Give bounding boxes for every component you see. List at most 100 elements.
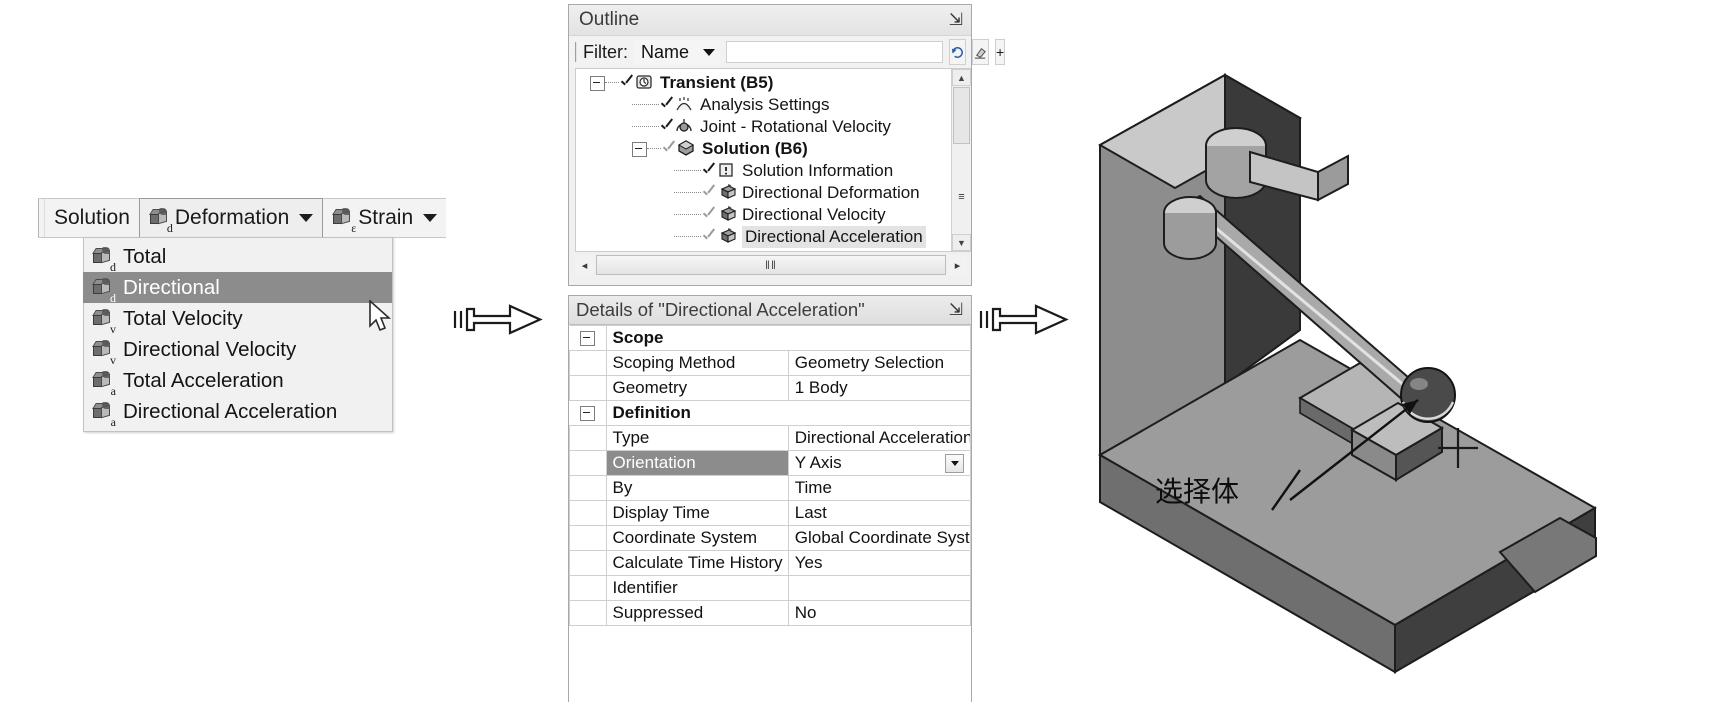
tree-node[interactable]: Directional Acceleration [576, 226, 951, 248]
sphere-joint [1400, 367, 1456, 423]
result-cube-icon [717, 228, 737, 246]
toolbar-grip[interactable] [38, 199, 45, 237]
hscroll-right-button[interactable]: ▸ [948, 255, 967, 275]
details-row-value[interactable]: Geometry Selection [787, 350, 972, 376]
details-panel-titlebar: Details of "Directional Acceleration" ⇲ [569, 296, 971, 325]
details-row[interactable]: Coordinate SystemGlobal Coordinate Syste… [569, 525, 972, 551]
details-row[interactable]: Geometry 1 Body [569, 375, 972, 401]
details-row-value[interactable]: Last [787, 500, 972, 526]
details-row-key: Geometry [605, 375, 789, 401]
tree-node[interactable]: Analysis Settings [576, 94, 951, 116]
tree-node[interactable]: Directional Velocity [576, 204, 951, 226]
collapse-icon [580, 331, 595, 347]
outline-panel-titlebar: Outline ⇲ [569, 5, 971, 35]
toolbar-strain-dropdown[interactable]: ε Strain [323, 199, 446, 237]
expander-collapse-icon[interactable] [590, 75, 605, 91]
expander-collapse-icon[interactable] [632, 141, 647, 157]
result-cube-icon: v [92, 308, 116, 335]
details-row-value[interactable]: Y Axis [787, 450, 972, 476]
orientation-dropdown-button[interactable] [945, 453, 964, 473]
result-cube-icon: d [92, 246, 116, 273]
menu-icon-subscript: a [110, 414, 116, 429]
group-collapse-toggle[interactable] [569, 325, 607, 351]
details-row-value[interactable]: Directional Acceleration [787, 425, 972, 451]
details-row-gutter [569, 500, 607, 526]
toolbar-solution-button[interactable]: Solution [45, 199, 139, 237]
tree-node[interactable]: Joint - Rotational Velocity [576, 116, 951, 138]
menu-item-total-velocity[interactable]: v Total Velocity [84, 303, 392, 335]
menu-icon-subscript: a [110, 383, 116, 398]
scroll-thumb[interactable] [953, 87, 970, 144]
menu-item-total[interactable]: d Total [84, 241, 392, 273]
details-row-value[interactable]: Yes [787, 550, 972, 576]
details-row-gutter [569, 525, 607, 551]
group-collapse-toggle[interactable] [569, 400, 607, 426]
checkmark-icon [701, 207, 717, 223]
result-cube-icon: a [92, 370, 116, 397]
filter-clear-button[interactable] [972, 39, 990, 65]
checkmark-icon [701, 163, 717, 179]
toolbar-solution-label: Solution [54, 206, 130, 229]
details-row[interactable]: Display Time Last [569, 500, 972, 526]
outline-vertical-scrollbar[interactable]: ▲ ≡ ▼ [951, 69, 971, 251]
hscroll-left-button[interactable]: ◂ [575, 255, 594, 275]
details-row-value[interactable]: 1 Body [787, 375, 972, 401]
details-row-gutter [569, 350, 607, 376]
menu-item-total-acceleration[interactable]: a Total Acceleration [84, 365, 392, 397]
details-row[interactable]: Orientation Y Axis [569, 450, 972, 476]
chevron-down-icon [299, 214, 314, 222]
menu-item-directional-acceleration[interactable]: a Directional Acceleration [84, 396, 392, 429]
details-row[interactable]: Type Directional Acceleration [569, 425, 972, 451]
details-row-key: Orientation [605, 450, 789, 476]
checkmark-icon [701, 185, 717, 201]
details-group-row[interactable]: Scope [569, 325, 971, 351]
hscroll-thumb[interactable]: ‖‖ [596, 255, 946, 275]
details-row-gutter [569, 575, 607, 601]
details-row[interactable]: Scoping Method Geometry Selection [569, 350, 972, 376]
tree-node[interactable]: Solution (B6) [576, 138, 951, 160]
tree-node[interactable]: Transient (B5) [576, 72, 951, 94]
details-row[interactable]: By Time [569, 475, 972, 501]
pin-icon[interactable]: ⇲ [949, 10, 963, 30]
deformation-icon-subscript: d [166, 221, 173, 235]
menu-item-label: Total Velocity [123, 306, 243, 330]
filter-type-select[interactable]: Name [634, 39, 721, 65]
filter-grip[interactable] [575, 42, 577, 62]
details-row-value[interactable]: No [787, 600, 972, 626]
toolbar-deformation-dropdown[interactable]: d Deformation [138, 198, 324, 237]
details-row-value[interactable]: Global Coordinate System [787, 525, 972, 551]
tree-connector [632, 104, 659, 106]
tree-node[interactable]: Directional Deformation [576, 182, 951, 204]
outline-horizontal-scrollbar[interactable]: ◂ ‖‖ ▸ [575, 254, 967, 276]
details-row-key: Calculate Time History [605, 550, 789, 576]
result-cube-icon: v [92, 339, 116, 366]
filter-search-input[interactable] [726, 41, 944, 63]
details-group-row[interactable]: Definition [569, 400, 971, 426]
tree-node-label: Solution Information [742, 161, 894, 180]
scroll-down-button[interactable]: ▼ [952, 234, 971, 251]
outline-tree-container: Transient (B5) Analysis Settings Joint - R… [575, 68, 971, 252]
chevron-down-icon [950, 460, 959, 466]
checkmark-icon [659, 97, 675, 113]
tree-connector [632, 126, 659, 128]
orientation-value: Y Axis [794, 453, 842, 472]
details-row-value[interactable] [787, 575, 972, 601]
orientation-select[interactable]: Y Axis [795, 453, 964, 473]
pin-icon[interactable]: ⇲ [949, 300, 963, 320]
details-row[interactable]: Suppressed No [569, 600, 972, 626]
model-viewport[interactable]: 选择体 [1000, 0, 1733, 702]
details-row-value[interactable]: Time [787, 475, 972, 501]
details-row[interactable]: Calculate Time History Yes [569, 550, 972, 576]
details-row-gutter [569, 550, 607, 576]
details-row-key: Coordinate System [605, 525, 789, 551]
scroll-up-button[interactable]: ▲ [952, 69, 971, 86]
solution-icon [677, 140, 697, 158]
outline-panel: Outline ⇲ Filter: Name + Transient (B5) A… [568, 4, 1006, 286]
details-row[interactable]: Identifier [569, 575, 972, 601]
tree-node[interactable]: Solution Information [576, 160, 951, 182]
menu-item-directional[interactable]: d Directional [83, 272, 392, 304]
tree-node-label: Analysis Settings [700, 95, 830, 114]
filter-refresh-button[interactable] [949, 39, 967, 65]
menu-item-directional-velocity[interactable]: v Directional Velocity [84, 334, 392, 366]
selection-annotation-label: 选择体 [1155, 475, 1240, 508]
